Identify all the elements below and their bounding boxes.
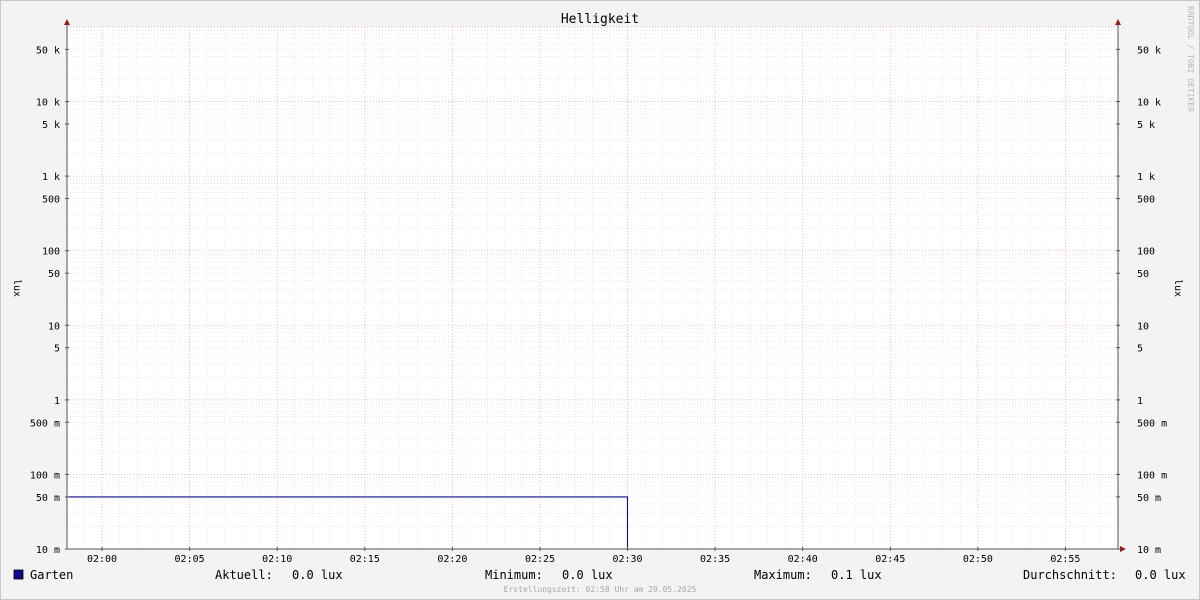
x-tick-label: 02:40 (788, 554, 818, 565)
y-tick-label-right: 1 (1137, 396, 1143, 407)
x-tick-label: 02:00 (87, 554, 117, 565)
x-tick-label: 02:15 (350, 554, 380, 565)
y-tick-label-left: 500 m (30, 418, 60, 429)
y-tick-label-right: 5 (1137, 344, 1143, 355)
y-tick-label-left: 10 (48, 321, 60, 332)
x-tick-label: 02:10 (262, 554, 292, 565)
y-tick-label-left: 1 k (42, 172, 60, 183)
y-tick-label-left: 1 (54, 396, 60, 407)
chart: 50 k 10 k 5 k 1 k 500 100 50 10 5 1 500 m 100 m 50 m… (11, 6, 1195, 594)
x-tick-label: 02:50 (963, 554, 993, 565)
y-tick-label-left: 100 (42, 247, 60, 258)
legend-swatch-garten (13, 569, 24, 580)
y-tick-label-left: 100 m (30, 470, 60, 481)
y-tick-label-right: 100 (1137, 247, 1155, 258)
y-tick-label-right: 50 k (1137, 45, 1161, 56)
y-tick-label-left: 500 (42, 195, 60, 206)
y-tick-label-left: 10 k (36, 98, 60, 109)
x-tick-label: 02:35 (700, 554, 730, 565)
y-tick-label-left: 50 (48, 269, 60, 280)
x-tick-label: 02:30 (612, 554, 642, 565)
y-tick-label-right: 10 m (1137, 545, 1161, 556)
x-tick-label: 02:05 (175, 554, 205, 565)
y-tick-label-right: 100 m (1137, 470, 1167, 481)
y-tick-label-left: 5 k (42, 120, 60, 131)
legend-maximum-value: 0.1 lux (831, 568, 882, 582)
y-axis-arrow-left (64, 19, 70, 25)
y-axis-label-left: lux (11, 279, 22, 297)
y-tick-label-right: 1 k (1137, 172, 1155, 183)
x-tick-label: 02:20 (437, 554, 467, 565)
y-tick-labels-right: 50 k 10 k 5 k 1 k 500 100 50 10 5 1 500 m 100 m 50 m… (1137, 45, 1167, 556)
legend-maximum-label: Maximum: (754, 568, 812, 582)
y-tick-label-right: 500 m (1137, 418, 1167, 429)
y-tick-label-left: 50 m (36, 493, 60, 504)
y-tick-label-left: 10 m (36, 545, 60, 556)
legend-series-name: Garten (30, 568, 73, 582)
x-tick-labels: 02:00 02:05 02:10 02:15 02:20 02:25 02:30 02:35… (87, 554, 1081, 565)
rrdtool-credit: RRDTOOL / TOBI OETIKER (1186, 6, 1195, 112)
x-axis-arrow (1120, 546, 1126, 552)
x-tick-label: 02:55 (1050, 554, 1080, 565)
y-axis-label-right: lux (1172, 279, 1183, 297)
legend-aktuell-label: Aktuell: (215, 568, 273, 582)
legend-minimum-value: 0.0 lux (562, 568, 613, 582)
y-tick-label-right: 50 (1137, 269, 1149, 280)
y-tick-label-left: 50 k (36, 45, 60, 56)
legend-minimum-label: Minimum: (485, 568, 543, 582)
legend-durchschnitt-label: Durchschnitt: (1023, 568, 1117, 582)
y-tick-label-right: 500 (1137, 195, 1155, 206)
y-tick-label-left: 5 (54, 344, 60, 355)
x-tick-label: 02:25 (525, 554, 555, 565)
y-tick-label-right: 5 k (1137, 120, 1155, 131)
x-tick-label: 02:45 (875, 554, 905, 565)
y-tick-labels-left: 50 k 10 k 5 k 1 k 500 100 50 10 5 1 500 m 100 m 50 m… (30, 45, 60, 556)
legend-aktuell-value: 0.0 lux (292, 568, 343, 582)
y-tick-label-right: 10 (1137, 321, 1149, 332)
legend-durchschnitt-value: 0.0 lux (1135, 568, 1186, 582)
y-tick-label-right: 50 m (1137, 493, 1161, 504)
y-axis-arrow-right (1115, 19, 1121, 25)
chart-title: Helligkeit (561, 12, 639, 27)
y-tick-label-right: 10 k (1137, 98, 1161, 109)
creation-timestamp: Erstellungszeit: 02:58 Uhr am 29.05.2025 (504, 585, 697, 594)
